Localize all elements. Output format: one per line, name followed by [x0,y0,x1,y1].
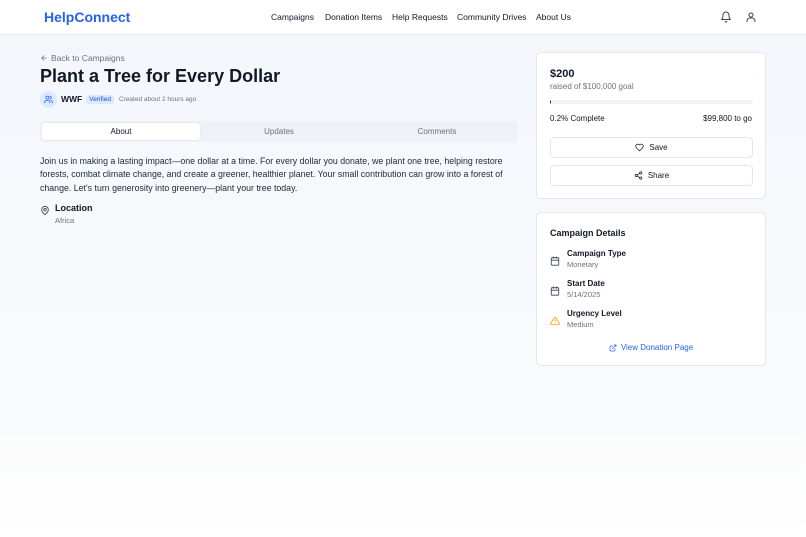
detail-urgency-level: Urgency Level Medium [550,309,750,331]
nav-donation-items[interactable]: Donation Items [325,12,382,22]
view-link-label: View Donation Page [620,343,694,352]
created-timestamp: Created about 2 hours ago [118,95,197,103]
nav-help-requests[interactable]: Help Requests [392,12,448,22]
organization-info: WWF Verified Created about 2 hours ago [40,90,196,108]
detail-label: Start Date [567,279,605,288]
user-icon[interactable] [745,11,757,23]
save-button[interactable]: Save [550,137,753,158]
detail-start-date: Start Date 5/14/2025 [550,279,750,301]
campaign-tabs: About Updates Comments [40,121,518,142]
funding-progress-bar [550,100,753,104]
detail-value: Monetary [567,260,599,269]
nav-about-us[interactable]: About Us [536,12,571,22]
tab-about[interactable]: About [42,123,200,140]
campaign-details-card: Campaign Details Campaign Type Monetary … [536,212,766,366]
location-label: Location [55,203,93,213]
details-title: Campaign Details [550,228,626,238]
detail-value: 5/14/2025 [567,290,601,299]
arrow-left-icon [41,55,47,61]
back-label: Back to Campaigns [51,53,125,63]
location-value: Africa [55,216,75,225]
share-button[interactable]: Share [550,165,753,186]
external-link-icon [609,344,617,351]
nav-community-drives[interactable]: Community Drives [457,12,526,22]
amount-remaining: $99,800 to go [703,114,752,123]
back-to-campaigns-link[interactable]: Back to Campaigns [40,53,125,63]
calendar-icon [550,253,560,266]
goal-text: raised of $100,000 goal [550,82,634,91]
detail-value: Medium [567,320,594,329]
warning-icon [550,313,560,326]
top-navbar: HelpConnect Campaigns Donation Items Hel… [0,0,806,35]
tab-updates[interactable]: Updates [200,123,358,140]
view-donation-page-link[interactable]: View Donation Page [537,343,765,352]
nav-campaigns[interactable]: Campaigns [271,12,314,22]
verified-badge: Verified [86,94,114,104]
percent-complete: 0.2% Complete [550,114,605,123]
detail-campaign-type: Campaign Type Monetary [550,249,750,271]
save-label: Save [649,143,668,152]
campaign-description: Join us in making a lasting impact—one d… [40,156,503,193]
bell-icon[interactable] [720,11,732,23]
heart-icon [635,143,644,152]
users-icon [40,90,57,108]
campaign-title: Plant a Tree for Every Dollar [40,66,281,86]
brand-logo[interactable]: HelpConnect [44,9,130,25]
map-pin-icon [40,203,50,216]
organization-name[interactable]: WWF [61,94,82,104]
funding-card: $200 raised of $100,000 goal 0.2% Comple… [536,52,766,199]
raised-amount: $200 [550,68,575,80]
tab-comments[interactable]: Comments [358,123,516,140]
progress-fill [550,100,551,104]
share-label: Share [647,171,670,180]
share-icon [634,171,643,180]
calendar-icon [550,283,560,296]
detail-label: Urgency Level [567,309,622,318]
detail-label: Campaign Type [567,249,626,258]
